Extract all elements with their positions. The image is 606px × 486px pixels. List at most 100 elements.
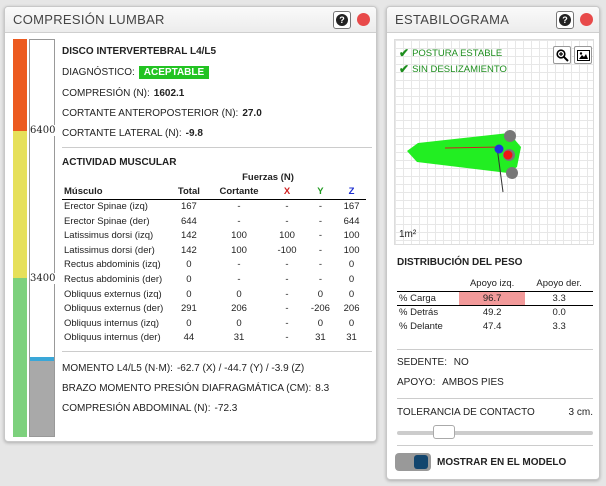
force-cell: - [285, 273, 289, 285]
dist-col-right: Apoyo der. [536, 278, 582, 290]
disc-title: DISCO INTERVERTEBRAL L4/L5 [62, 45, 217, 57]
force-cell: 0 [186, 273, 192, 285]
force-cell: 100 [343, 244, 360, 256]
foot-point [506, 167, 518, 179]
force-cell: 0 [236, 317, 242, 329]
force-cell: 31 [233, 332, 245, 344]
arm-value: 8.3 [315, 382, 330, 394]
force-cell: 44 [183, 332, 195, 344]
lateral-shear-row: CORTANTE LATERAL (N): -9.8 [62, 123, 372, 143]
dist-value-cell: 49.2 [482, 306, 502, 318]
force-cell: 0 [348, 259, 355, 271]
help-button[interactable]: ? [333, 10, 351, 29]
muscle-name-cell: Rectus abdominis (izq) [64, 259, 161, 271]
tolerance-value: 3 cm. [568, 407, 593, 418]
dist-value-cell: 3.3 [552, 320, 566, 332]
dist-col-left: Apoyo izq. [469, 278, 515, 290]
force-cell: 100 [231, 230, 247, 242]
force-cell: 291 [180, 303, 197, 315]
dist-row-label: % Carga [399, 292, 436, 304]
table-row: Obliquus internus (izq) 0 0 - 0 0 [62, 316, 366, 331]
compression-value: 1602.1 [153, 87, 185, 99]
force-cell: - [237, 215, 241, 227]
help-icon: ? [336, 13, 348, 26]
muscle-name-cell: Latissimus dorsi (izq) [64, 230, 154, 242]
tolerance-slider-handle[interactable] [433, 425, 455, 439]
force-cell: - [285, 303, 289, 315]
close-button[interactable] [357, 13, 370, 26]
lumbar-compression-panel: COMPRESIÓN LUMBAR ? 6400 3400 DISCO INTE… [4, 6, 377, 442]
force-cell: -100 [277, 244, 297, 256]
muscle-table: Fuerzas (N) Músculo Total Cortante X Y Z… [62, 170, 366, 345]
table-row: Erector Spinae (der) 644 - - - 644 [62, 214, 366, 229]
force-cell: 0 [186, 259, 192, 271]
diagnosis-label: DIAGNÓSTICO: [62, 66, 135, 78]
dist-table-body: % Carga 96.7 3.3 % Detrás 49.2 0.0 % Delante 47… [397, 291, 593, 333]
gauge-marker [30, 357, 54, 361]
tolerance-slider[interactable] [397, 425, 593, 439]
table-row: Rectus abdominis (izq) 0 - - - 0 [62, 258, 366, 273]
divider [397, 445, 593, 446]
force-cell: - [318, 273, 322, 285]
center-of-pressure-marker [503, 150, 513, 160]
force-cell: 644 [180, 215, 197, 227]
compression-label: COMPRESIÓN (N): [62, 87, 150, 99]
gauge-yellow-zone [13, 131, 27, 278]
force-cell: - [285, 259, 289, 271]
stabilogram-panel: ESTABILOGRAMA ? ✔ POSTURA ESTABLE ✔ SIN … [386, 6, 600, 480]
weight-distribution-title: DISTRIBUCIÓN DEL PESO [397, 257, 523, 268]
force-cell: 31 [315, 332, 326, 344]
force-cell: 0 [348, 273, 355, 285]
compression-gauge: 6400 3400 [11, 39, 56, 437]
show-in-model-toggle[interactable] [395, 453, 431, 471]
col-shear: Cortante [219, 186, 259, 198]
panel-title: COMPRESIÓN LUMBAR [13, 12, 165, 27]
diagnosis-badge: ACEPTABLE [138, 65, 210, 79]
force-cell: 206 [343, 303, 360, 315]
help-button[interactable]: ? [556, 10, 574, 29]
dist-value-cell: 3.3 [552, 292, 566, 304]
dist-value-cell: 96.7 [459, 291, 526, 305]
force-cell: - [285, 201, 289, 213]
force-cell: - [318, 201, 322, 213]
abdominal-row: COMPRESIÓN ABDOMINAL (N): -72.3 [62, 398, 372, 418]
muscle-activity-title: ACTIVIDAD MUSCULAR [62, 156, 177, 168]
force-cell: 100 [343, 230, 360, 242]
panel-header: ESTABILOGRAMA ? [387, 7, 599, 33]
forces-header: Fuerzas (N) [242, 171, 294, 183]
force-cell: 142 [180, 244, 197, 256]
moment-label: MOMENTO L4/L5 (N·M): [62, 362, 173, 374]
tolerance-label: TOLERANCIA DE CONTACTO [397, 407, 535, 418]
close-button[interactable] [580, 13, 593, 26]
tolerance-row: TOLERANCIA DE CONTACTO 3 cm. [397, 407, 593, 418]
dist-col-empty [397, 277, 459, 291]
table-row: Erector Spinae (izq) 167 - - - 167 [62, 199, 366, 214]
muscle-table-body: Erector Spinae (izq) 167- - -167 Erector Spi… [62, 199, 366, 345]
muscle-name-cell: Obliquus internus (izq) [64, 317, 160, 329]
moment-value: -62.7 (X) / -44.7 (Y) / -3.9 (Z) [176, 362, 305, 374]
table-row: % Carga 96.7 3.3 [397, 291, 593, 305]
dist-row-label: % Detrás [399, 306, 439, 318]
force-cell: 0 [348, 288, 355, 300]
abdominal-label: COMPRESIÓN ABDOMINAL (N): [62, 402, 211, 414]
force-cell: - [318, 244, 322, 256]
force-cell: - [237, 201, 241, 213]
table-row: Latissimus dorsi (izq) 142 100 100 - 100 [62, 228, 366, 243]
stabilogram-plot[interactable]: ✔ POSTURA ESTABLE ✔ SIN DESLIZAMIENTO 1m… [394, 39, 594, 245]
table-row: Obliquus internus (der) 44 31 - 31 31 [62, 331, 366, 346]
table-row: Obliquus externus (der) 291 206 - -206 206 [62, 301, 366, 316]
gauge-red-zone [13, 39, 27, 131]
support-label: APOYO: [397, 377, 436, 388]
table-row: % Detrás 49.2 0.0 [397, 305, 593, 319]
panel-title: ESTABILOGRAMA [395, 12, 510, 27]
support-row: APOYO: AMBOS PIES [397, 377, 593, 388]
foot-point [504, 130, 516, 142]
force-cell: 0 [317, 317, 324, 329]
muscle-name-cell: Latissimus dorsi (der) [64, 244, 155, 256]
forces-header-row: Fuerzas (N) [62, 170, 366, 185]
diagnosis-row: DIAGNÓSTICO: ACEPTABLE [62, 61, 372, 83]
force-cell: 0 [348, 317, 355, 329]
weight-distribution-section: Apoyo izq. Apoyo der. % Carga 96.7 3.3 % De… [397, 277, 593, 333]
ap-shear-label: CORTANTE ANTEROPOSTERIOR (N): [62, 107, 239, 119]
divider [62, 351, 372, 353]
